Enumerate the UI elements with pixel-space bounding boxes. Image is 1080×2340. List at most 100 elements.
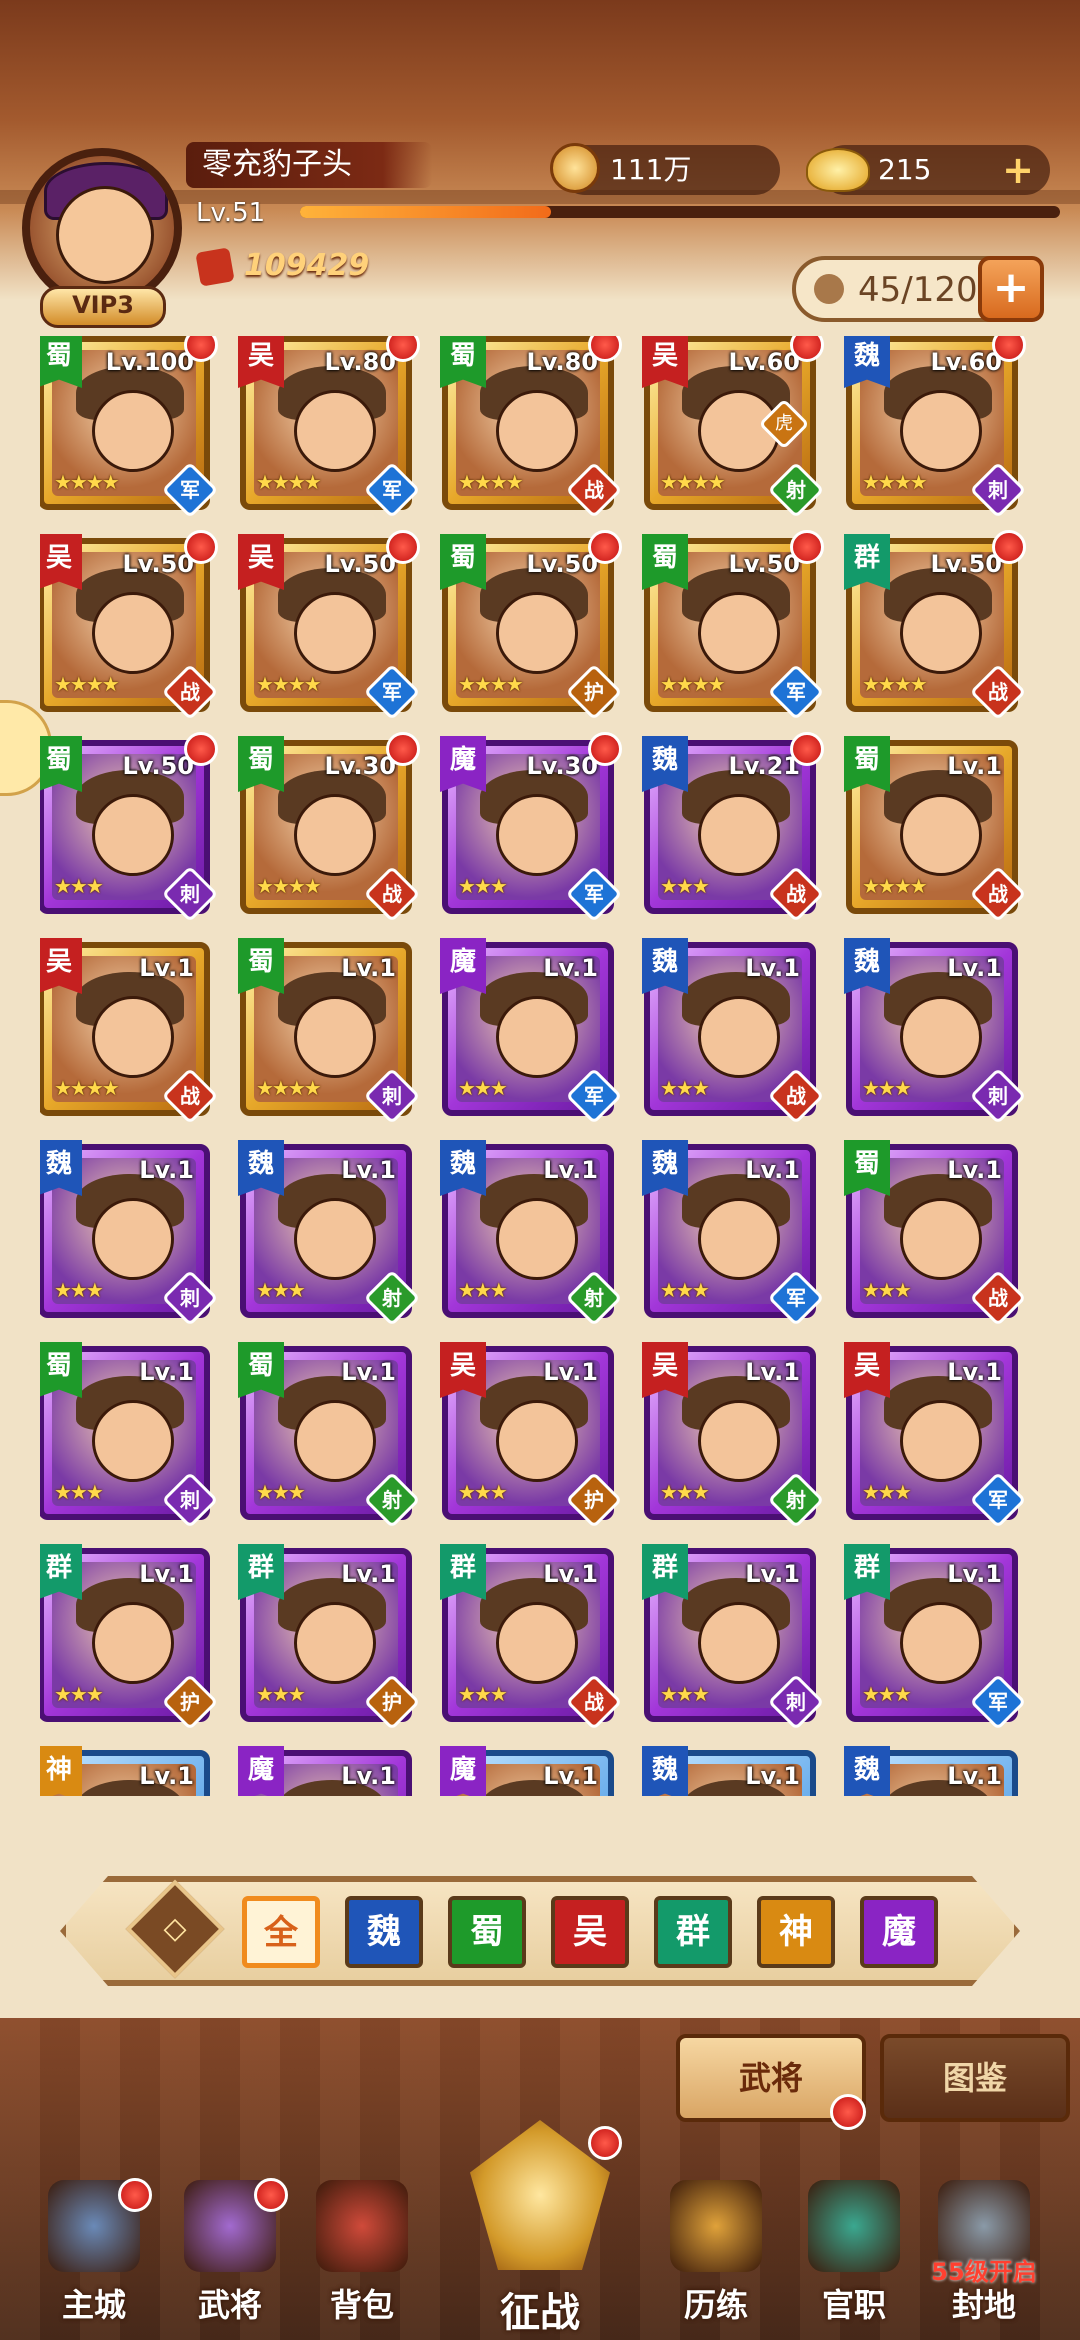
filter-tab-6[interactable]: 魔 <box>860 1896 938 1968</box>
notification-dot <box>386 530 420 564</box>
hero-card[interactable]: 魔 Lv.30 ★★★ 军 <box>440 732 623 923</box>
hero-grid: 蜀 Lv.100 ★★★★ 军吴 Lv.80 ★★★★ 军蜀 Lv.80 ★★★★ 战吴 Lv.60… <box>40 336 1050 1796</box>
hero-card[interactable]: 魏 Lv.1 ★★★ 战 <box>642 938 825 1125</box>
hero-card[interactable]: 魏 Lv.1 ★★★ 射 <box>440 1140 623 1327</box>
hero-card[interactable]: 吴 Lv.50 ★★★★ 军 <box>238 530 421 721</box>
hero-card[interactable]: 吴 Lv.1 ★★★ 军 <box>844 1342 1027 1529</box>
hero-card[interactable]: 魏 Lv.1 <box>844 1746 1018 1796</box>
hero-card[interactable]: 魏 Lv.1 ★★★ 军 <box>642 1140 825 1327</box>
role-label: 刺 <box>988 1084 1008 1108</box>
notification-dot <box>790 530 824 564</box>
faction-flag: 魏 <box>642 1140 688 1196</box>
hero-stars: ★★★ <box>54 1278 104 1302</box>
role-label: 射 <box>382 1286 402 1310</box>
hero-level: Lv.60 <box>728 348 801 376</box>
role-label: 护 <box>382 1690 402 1714</box>
hero-card[interactable]: 魏 Lv.60 ★★★★ 刺 <box>844 336 1027 519</box>
faction-flag: 蜀 <box>440 534 486 590</box>
nav-hero[interactable]: 武将 <box>170 2178 290 2340</box>
hero-card[interactable]: 魏 Lv.1 ★★★ 刺 <box>844 938 1027 1125</box>
hero-level: Lv.80 <box>526 348 599 376</box>
hero-stars: ★★★ <box>660 1480 710 1504</box>
hero-card[interactable]: 蜀 Lv.1 ★★★ 射 <box>238 1342 421 1529</box>
hero-card[interactable]: 吴 Lv.60 ★★★★ 射虎 <box>642 336 825 519</box>
notification-dot <box>184 732 218 766</box>
hero-card[interactable]: 吴 Lv.80 ★★★★ 军 <box>238 336 421 519</box>
filter-tab-0[interactable]: 全 <box>242 1896 320 1968</box>
faction-flag: 群 <box>238 1544 284 1600</box>
hero-card[interactable]: 群 Lv.1 ★★★ 战 <box>440 1544 623 1731</box>
hero-card[interactable]: 群 Lv.1 ★★★ 军 <box>844 1544 1027 1731</box>
vip-badge[interactable]: VIP3 <box>40 286 166 328</box>
hero-card[interactable]: 群 Lv.50 ★★★★ 战 <box>844 530 1027 721</box>
hero-face <box>698 794 780 876</box>
hero-card[interactable]: 神 Lv.1 <box>40 1746 210 1796</box>
filter-tab-3[interactable]: 吴 <box>551 1896 629 1968</box>
hero-stars: ★★★ <box>660 874 710 898</box>
hero-stars: ★★★ <box>256 1682 306 1706</box>
hero-card[interactable]: 群 Lv.1 ★★★ 刺 <box>642 1544 825 1731</box>
hero-card[interactable]: 蜀 Lv.1 ★★★★ 战 <box>844 736 1027 923</box>
nav-training[interactable]: 历练 <box>656 2180 776 2340</box>
hero-card[interactable]: 吴 Lv.1 ★★★ 射 <box>642 1342 825 1529</box>
nav-rank[interactable]: 官职 <box>794 2180 914 2340</box>
faction-flag: 魏 <box>844 1746 890 1796</box>
filter-tab-5[interactable]: 神 <box>757 1896 835 1968</box>
gold-amount: 215 <box>878 153 932 186</box>
hero-card[interactable]: 蜀 Lv.100 ★★★★ 军 <box>40 336 219 519</box>
hero-card[interactable]: 蜀 Lv.50 ★★★★ 军 <box>642 530 825 721</box>
role-label: 刺 <box>180 1286 200 1310</box>
hero-card[interactable]: 蜀 Lv.80 ★★★★ 战 <box>440 336 623 519</box>
hero-face <box>92 390 174 472</box>
nav-fief[interactable]: 55级开启 封地 <box>924 2180 1044 2340</box>
filter-tab-4[interactable]: 群 <box>654 1896 732 1968</box>
hero-card[interactable]: 蜀 Lv.30 ★★★★ 战 <box>238 732 421 923</box>
role-label: 军 <box>382 680 402 704</box>
hero-card[interactable]: 蜀 Lv.1 ★★★★ 刺 <box>238 938 421 1125</box>
hero-card[interactable]: 群 Lv.1 ★★★ 护 <box>238 1544 421 1731</box>
hero-card[interactable]: 魏 Lv.1 ★★★ 射 <box>238 1140 421 1327</box>
role-label: 战 <box>382 882 402 906</box>
hero-card[interactable]: 群 Lv.1 ★★★ 护 <box>40 1544 219 1731</box>
notification-dot <box>790 732 824 766</box>
hero-card[interactable]: 吴 Lv.1 ★★★★ 战 <box>40 938 219 1125</box>
hero-level: Lv.1 <box>745 1156 800 1184</box>
hero-card[interactable]: 吴 Lv.1 ★★★ 护 <box>440 1342 623 1529</box>
hero-face <box>900 592 982 674</box>
hero-card[interactable]: 魔 Lv.1 ★★★ 军 <box>440 938 623 1125</box>
hero-stars: ★★★★ <box>256 672 322 696</box>
nav-bag[interactable]: 背包 <box>302 2180 422 2340</box>
player-avatar[interactable] <box>22 148 182 308</box>
hero-card[interactable]: 魏 Lv.1 <box>642 1746 816 1796</box>
hero-stars: ★★★★ <box>54 470 120 494</box>
hero-card[interactable]: 魔 Lv.1 <box>440 1746 614 1796</box>
coin-amount: 111万 <box>610 153 692 186</box>
filter-tab-2[interactable]: 蜀 <box>448 1896 526 1968</box>
gold-counter: 215 + <box>806 145 1050 195</box>
add-gold-button[interactable]: + <box>1002 151 1034 189</box>
filter-tab-1[interactable]: 魏 <box>345 1896 423 1968</box>
hero-card[interactable]: 吴 Lv.50 ★★★★ 战 <box>40 530 219 721</box>
hero-card[interactable]: 蜀 Lv.1 ★★★ 刺 <box>40 1342 219 1529</box>
hero-card[interactable]: 魔 Lv.1 <box>238 1746 412 1796</box>
hero-stars: ★★★★ <box>862 672 928 696</box>
nav-city[interactable]: 主城 <box>34 2178 154 2340</box>
player-name: 零充豹子头 <box>186 142 432 188</box>
hero-card[interactable]: 蜀 Lv.1 ★★★ 战 <box>844 1140 1027 1327</box>
hero-face <box>698 1602 780 1684</box>
notification-dot <box>386 732 420 766</box>
hero-level: Lv.21 <box>728 752 801 780</box>
hero-face <box>900 996 982 1078</box>
hero-card[interactable]: 蜀 Lv.50 ★★★ 刺 <box>40 732 219 923</box>
hero-stars: ★★★ <box>660 1076 710 1100</box>
exp-bar <box>300 206 1060 218</box>
role-label: 战 <box>180 1084 200 1108</box>
hero-card[interactable]: 魏 Lv.1 ★★★ 刺 <box>40 1140 219 1327</box>
hero-card[interactable]: 蜀 Lv.50 ★★★★ 护 <box>440 530 623 721</box>
hero-card[interactable]: 魏 Lv.21 ★★★ 战 <box>642 732 825 923</box>
expand-capacity-button[interactable]: + <box>978 256 1044 322</box>
nav-battle[interactable]: 征战 <box>452 2120 628 2340</box>
faction-flag: 吴 <box>642 1342 688 1398</box>
tab-codex[interactable]: 图鉴 <box>880 2034 1070 2122</box>
hero-face <box>900 794 982 876</box>
